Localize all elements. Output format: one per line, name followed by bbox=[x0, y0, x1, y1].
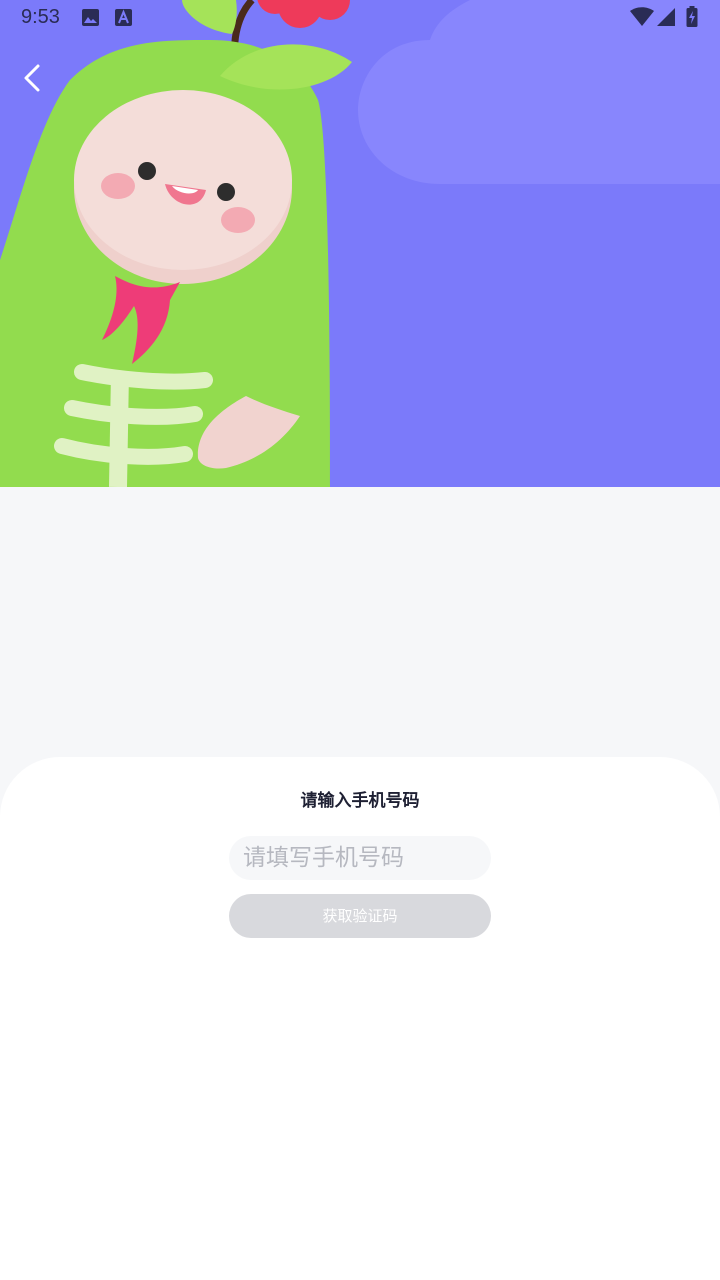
image-icon bbox=[81, 8, 100, 31]
login-screen: 9:53 请输入手机号码 请填写手机号码 获取验证码 bbox=[0, 0, 720, 1280]
status-bar: 9:53 bbox=[0, 0, 720, 36]
back-button[interactable] bbox=[14, 58, 54, 98]
a-box-icon bbox=[114, 8, 133, 31]
page-title: 请输入手机号码 bbox=[300, 791, 420, 811]
wifi-icon bbox=[630, 7, 654, 31]
mascot-illustration bbox=[0, 0, 720, 487]
chevron-left-icon bbox=[24, 64, 40, 92]
status-time: 9:53 bbox=[21, 6, 60, 28]
battery-charging-icon bbox=[686, 6, 698, 31]
phone-input[interactable] bbox=[229, 836, 491, 880]
get-code-button[interactable]: 获取验证码 bbox=[229, 894, 491, 938]
header-illustration bbox=[0, 0, 720, 487]
signal-icon bbox=[656, 7, 676, 31]
